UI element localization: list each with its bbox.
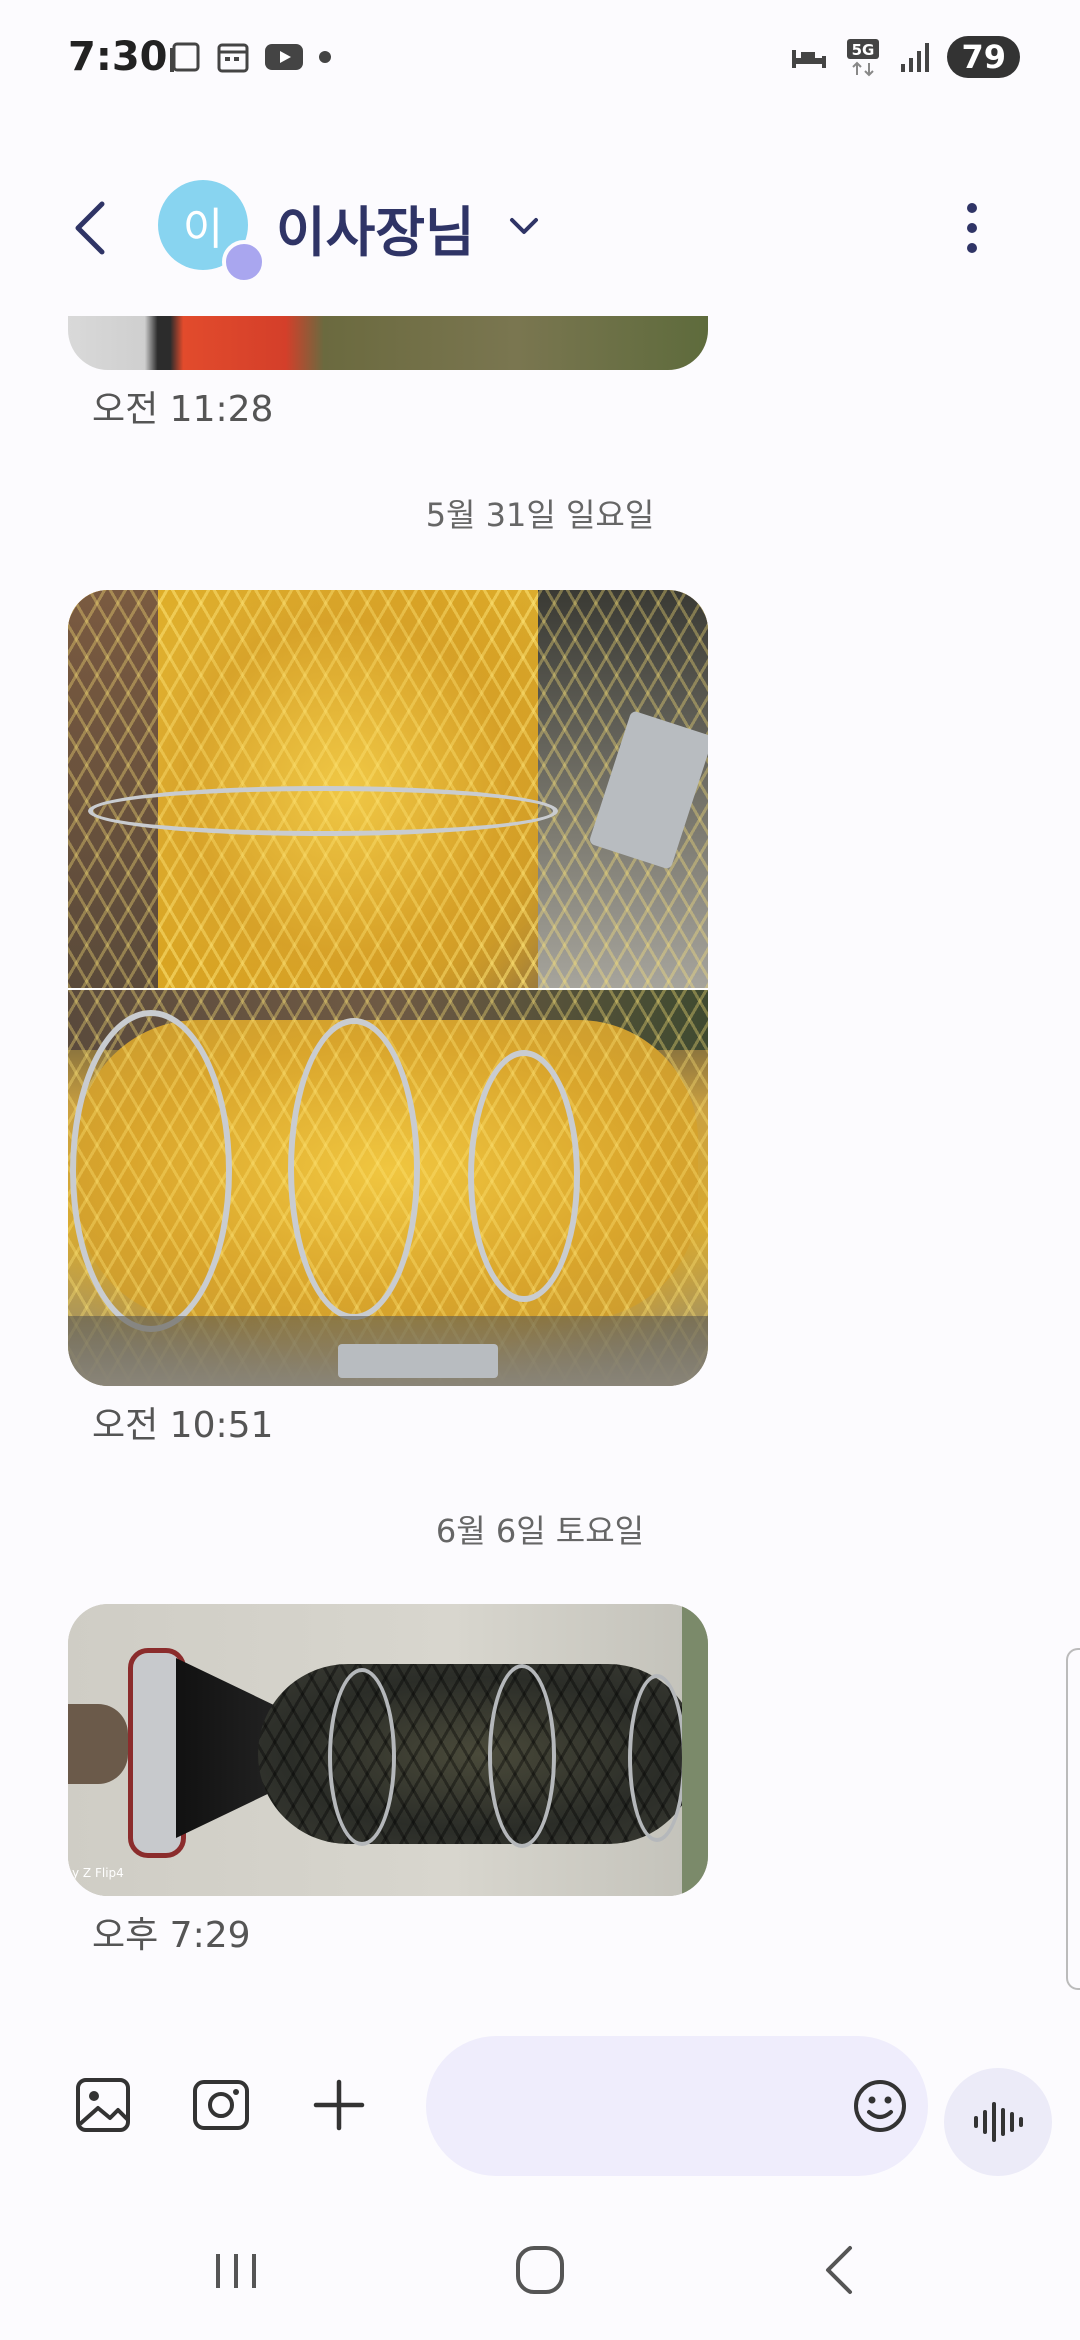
contact-name[interactable]: 이사장님	[276, 188, 475, 267]
home-icon[interactable]	[508, 2238, 572, 2302]
sleep-mode-icon	[792, 50, 827, 68]
scrollbar[interactable]	[1066, 1648, 1080, 1990]
message-image[interactable]	[68, 590, 708, 1386]
chevron-down-icon[interactable]	[506, 212, 542, 242]
status-bar: 7:30 5G 79	[0, 0, 1080, 120]
emoji-icon[interactable]	[846, 2072, 914, 2140]
voice-record-button[interactable]	[944, 2068, 1052, 2176]
svg-text:5G: 5G	[852, 41, 875, 59]
message-time: 오후 7:29	[92, 1915, 251, 1956]
message-image[interactable]	[68, 316, 708, 370]
more-options-icon[interactable]	[950, 198, 994, 258]
chat-badge-icon	[222, 240, 266, 284]
navigation-bar	[0, 2230, 1080, 2310]
message-input[interactable]	[426, 2036, 928, 2176]
message-time: 오전 11:28	[92, 389, 274, 430]
conversation-header: 이 이사장님	[0, 176, 1080, 284]
camera-icon[interactable]	[186, 2070, 256, 2140]
recent-apps-icon[interactable]	[208, 2240, 264, 2300]
voice-icon	[974, 2102, 1023, 2142]
message-time: 오전 10:51	[92, 1405, 274, 1446]
back-nav-icon[interactable]	[814, 2238, 864, 2302]
battery-icon: 79	[947, 36, 1020, 78]
photo-watermark: y Z Flip4	[72, 1866, 124, 1880]
avatar-initial: 이	[182, 204, 224, 255]
message-image[interactable]: y Z Flip4	[68, 1604, 708, 1896]
dot-icon	[319, 51, 331, 63]
date-separator: 5월 31일 일요일	[425, 496, 655, 534]
5g-icon: 5G	[847, 39, 880, 77]
copy-icon	[170, 42, 200, 72]
photo-top	[68, 590, 708, 988]
photo-bottom	[68, 990, 708, 1386]
back-arrow-icon[interactable]	[64, 198, 120, 258]
signal-icon	[901, 43, 930, 72]
status-time: 7:30	[68, 34, 168, 80]
gallery-icon[interactable]	[68, 2070, 138, 2140]
date-separator: 6월 6일 토요일	[435, 1512, 645, 1550]
calendar-icon	[217, 43, 249, 73]
youtube-icon	[265, 44, 303, 70]
plus-icon[interactable]	[304, 2070, 374, 2140]
